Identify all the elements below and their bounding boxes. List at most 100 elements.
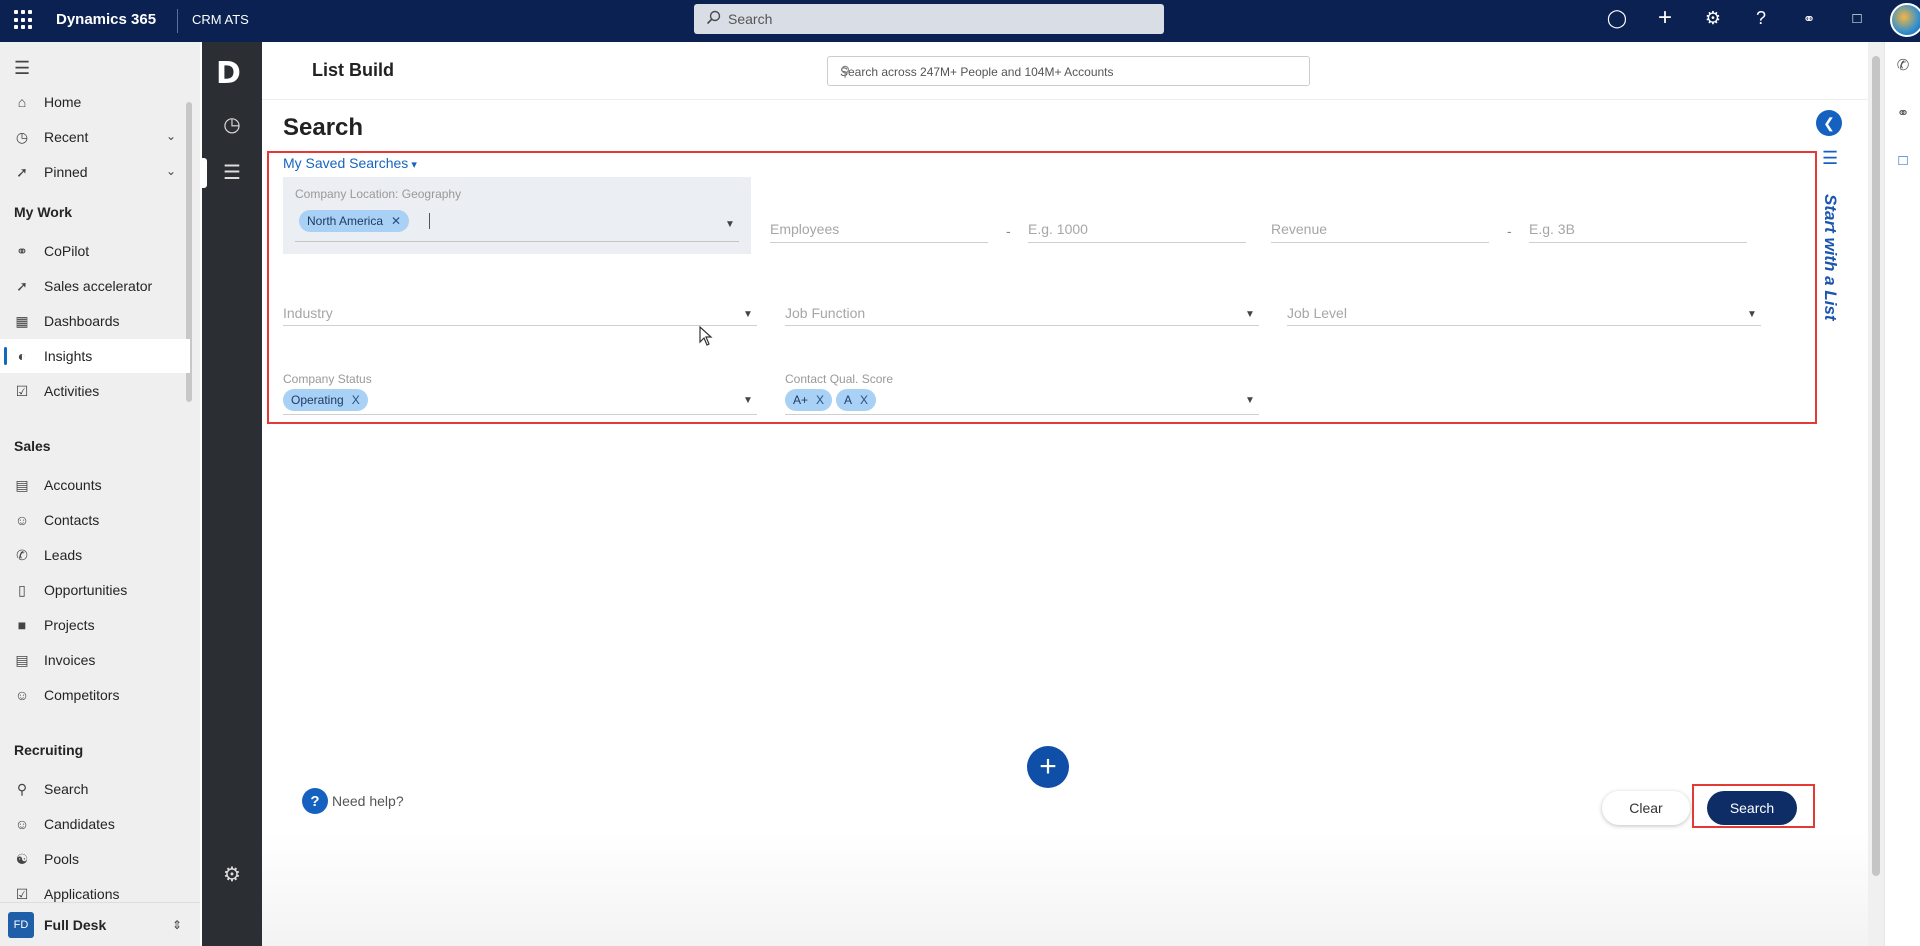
brand-title[interactable]: Dynamics 365: [56, 11, 156, 28]
area-switcher[interactable]: FD Full Desk ⇕: [0, 902, 200, 946]
home-icon: ⌂: [17, 94, 27, 110]
nav-item-insights[interactable]: ◐ Insights: [0, 339, 190, 373]
dashboard-gauge-icon[interactable]: ◷: [202, 112, 262, 137]
lightbulb-icon[interactable]: ◯: [1605, 8, 1629, 29]
app-launcher-icon[interactable]: [14, 10, 34, 30]
page-scrollbar[interactable]: [1868, 42, 1884, 946]
field-underline: [295, 241, 739, 242]
close-icon[interactable]: ✕: [391, 214, 401, 228]
chevron-down-icon[interactable]: ⌄: [166, 164, 176, 178]
gear-icon[interactable]: ⚙: [202, 862, 262, 887]
revenue-max-input[interactable]: E.g. 3B: [1529, 221, 1575, 237]
nav-item-search[interactable]: ⚲ Search: [0, 772, 190, 806]
app-name[interactable]: CRM ATS: [192, 12, 249, 27]
filter-panel: My Saved Searches Company Location: Geog…: [267, 151, 1817, 424]
dropdown-arrow-icon[interactable]: ▼: [743, 309, 753, 320]
need-help-link[interactable]: ? Need help?: [302, 788, 404, 814]
menu-icon[interactable]: ☰: [202, 160, 262, 185]
clear-button[interactable]: Clear: [1602, 791, 1690, 825]
saved-searches-dropdown[interactable]: My Saved Searches: [283, 155, 417, 171]
user-avatar[interactable]: [1890, 3, 1920, 37]
scrollbar-thumb[interactable]: [1872, 56, 1880, 876]
nav-item-activities[interactable]: ☑ Activities: [0, 374, 190, 408]
checkbox-icon: ☑: [15, 885, 29, 902]
nav-item-label: Contacts: [44, 512, 100, 528]
dropdown-arrow-icon[interactable]: ▼: [1747, 309, 1757, 320]
chevron-updown-icon[interactable]: ⇕: [172, 918, 182, 932]
nav-item-leads[interactable]: ✆ Leads: [0, 538, 190, 572]
search-icon: ⚲: [16, 780, 28, 797]
nav-item-label: CoPilot: [44, 243, 90, 259]
close-icon[interactable]: X: [816, 393, 824, 407]
main-content: List Build Search across 247M+ People an…: [262, 42, 1868, 946]
start-with-list-tab[interactable]: Start with a List: [1800, 194, 1860, 394]
close-icon[interactable]: X: [860, 393, 868, 407]
employees-max-input[interactable]: E.g. 1000: [1028, 221, 1088, 237]
chat-icon[interactable]: □: [1885, 152, 1920, 169]
nav-item-label: Home: [44, 94, 82, 110]
nav-item-recent[interactable]: ◷ Recent ⌄: [0, 120, 190, 154]
nav-item-copilot[interactable]: ⚭ CoPilot: [0, 234, 190, 268]
person-icon: ☺: [14, 816, 30, 832]
contact-score-chips: A+ X AX: [785, 389, 877, 411]
plus-icon[interactable]: +: [1653, 4, 1677, 32]
person-icon: ☺: [14, 512, 30, 528]
nav-item-label: Insights: [44, 348, 93, 364]
employees-min-input[interactable]: Employees: [770, 221, 839, 237]
chip-label: North America: [307, 214, 384, 228]
phone-icon[interactable]: ✆: [1885, 56, 1920, 74]
insights-icon: ◐: [17, 348, 27, 364]
job-function-select[interactable]: Job Function: [785, 305, 865, 321]
nav-item-dashboards[interactable]: ▦ Dashboards: [0, 304, 190, 338]
nav-item-contacts[interactable]: ☺ Contacts: [0, 503, 190, 537]
copilot-icon[interactable]: ⚭: [1885, 104, 1920, 122]
dropdown-arrow-icon[interactable]: ▼: [1245, 309, 1255, 320]
geography-chip[interactable]: North America ✕: [299, 210, 410, 232]
field-underline: [785, 325, 1259, 326]
nav-item-projects[interactable]: ■ Projects: [0, 608, 190, 642]
global-search-input[interactable]: Search: [694, 4, 1164, 34]
nav-item-opportunities[interactable]: ▯ Opportunities: [0, 573, 190, 607]
nav-item-competitors[interactable]: ☺ Competitors: [0, 678, 190, 712]
close-icon[interactable]: X: [352, 393, 360, 407]
help-icon[interactable]: ?: [1749, 8, 1773, 29]
copilot-icon[interactable]: ⚭: [1797, 10, 1821, 28]
chat-icon[interactable]: □: [1845, 10, 1869, 27]
person-icon: ☺: [14, 687, 30, 703]
dropdown-arrow-icon[interactable]: ▼: [1245, 395, 1255, 406]
chevron-down-icon[interactable]: ⌄: [166, 129, 176, 143]
nav-item-sales-accelerator[interactable]: ➚ Sales accelerator: [0, 269, 190, 303]
nav-item-label: Opportunities: [44, 582, 128, 598]
help-icon: ?: [302, 788, 328, 814]
opportunity-icon: ▯: [18, 581, 26, 598]
contact-score-chip[interactable]: A+ X: [785, 389, 833, 411]
nav-item-invoices[interactable]: ▤ Invoices: [0, 643, 190, 677]
job-level-select[interactable]: Job Level: [1287, 305, 1347, 321]
search-button[interactable]: Search: [1707, 791, 1797, 825]
nav-item-accounts[interactable]: ▤ Accounts: [0, 468, 190, 502]
company-status-chip[interactable]: Operating X: [283, 389, 368, 411]
search-icon[interactable]: ⚲: [840, 63, 1297, 80]
contact-score-chip[interactable]: AX: [836, 389, 877, 411]
dropdown-arrow-icon[interactable]: ▼: [725, 219, 735, 230]
revenue-min-input[interactable]: Revenue: [1271, 221, 1327, 237]
chevron-left-icon[interactable]: ❮: [1816, 110, 1842, 136]
geography-field[interactable]: Company Location: Geography North Americ…: [283, 177, 751, 254]
nav-item-candidates[interactable]: ☺ Candidates: [0, 807, 190, 841]
industry-select[interactable]: Industry: [283, 305, 333, 321]
dropdown-arrow-icon[interactable]: ▼: [743, 395, 753, 406]
hamburger-icon[interactable]: ☰: [14, 58, 30, 79]
nav-item-label: Applications: [44, 886, 120, 902]
nav-item-pools[interactable]: ☯ Pools: [0, 842, 190, 876]
rocket-icon: ➚: [16, 277, 28, 294]
mouse-cursor-icon: [699, 326, 713, 346]
nav-item-home[interactable]: ⌂ Home: [0, 85, 190, 119]
contact-score-label: Contact Qual. Score: [785, 372, 894, 386]
need-help-label: Need help?: [332, 793, 404, 809]
gear-icon[interactable]: ⚙: [1701, 8, 1725, 29]
nav-item-pinned[interactable]: ➚ Pinned ⌄: [0, 155, 190, 189]
nav-section-title: Recruiting: [14, 742, 84, 758]
people-search-input[interactable]: Search across 247M+ People and 104M+ Acc…: [827, 56, 1310, 86]
add-button[interactable]: +: [1027, 746, 1069, 788]
list-icon[interactable]: ☰: [1822, 148, 1838, 169]
